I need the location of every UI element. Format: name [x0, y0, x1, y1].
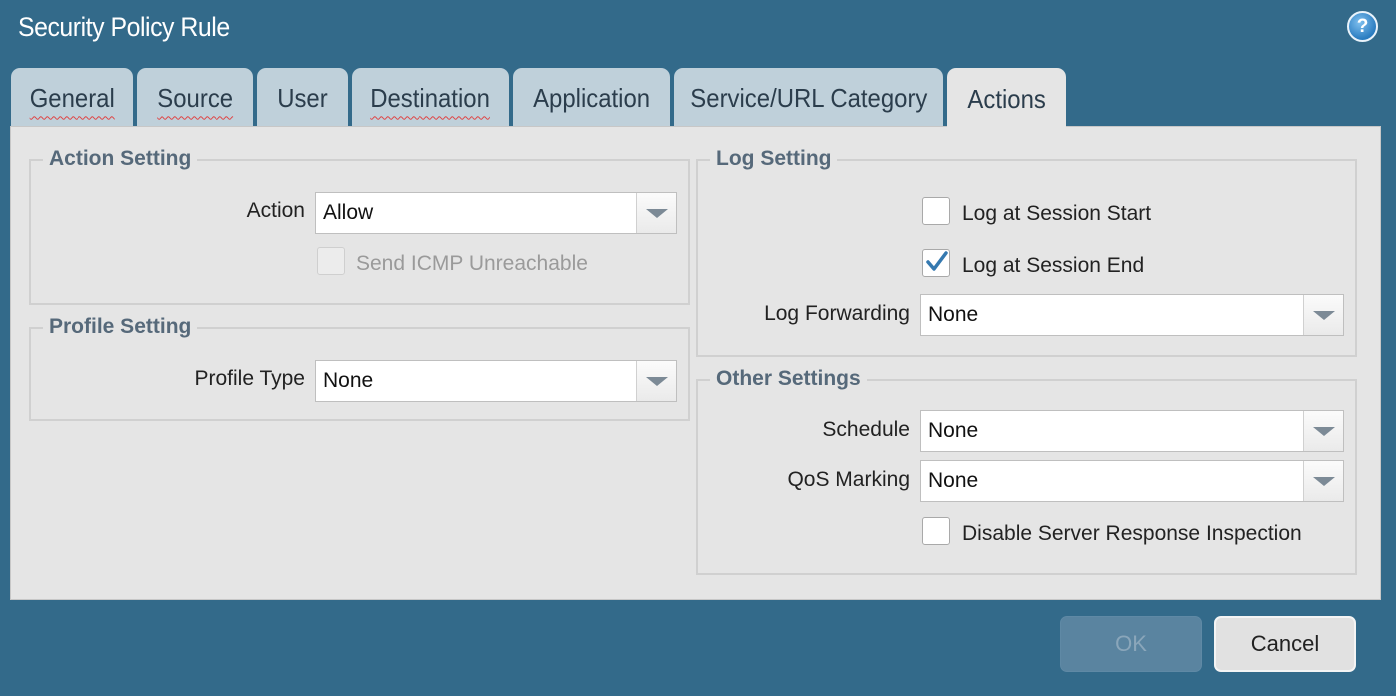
send-icmp-checkbox	[317, 247, 345, 275]
qos-select[interactable]: None	[920, 460, 1344, 502]
profile-type-label: Profile Type	[194, 367, 305, 390]
qos-value: None	[928, 469, 979, 492]
action-setting-legend: Action Setting	[43, 147, 198, 171]
disable-inspection-label: Disable Server Response Inspection	[962, 522, 1302, 545]
log-setting-group: Log Setting Log at Session Start Log at …	[696, 147, 1357, 357]
log-setting-legend: Log Setting	[710, 147, 838, 171]
schedule-label: Schedule	[822, 418, 910, 441]
log-start-label: Log at Session Start	[962, 202, 1152, 225]
tab-general[interactable]: General	[11, 68, 133, 128]
disable-inspection-checkbox[interactable]	[922, 517, 950, 545]
tab-application[interactable]: Application	[513, 68, 670, 128]
log-end-checkbox[interactable]	[922, 249, 950, 277]
check-mark-icon	[926, 251, 948, 271]
log-start-checkbox[interactable]	[922, 197, 950, 225]
tab-destination[interactable]: Destination	[352, 68, 509, 128]
action-select[interactable]: Allow	[315, 192, 677, 234]
tab-user[interactable]: User	[257, 68, 348, 128]
profile-type-value: None	[323, 369, 374, 392]
tab-actions[interactable]: Actions	[947, 68, 1066, 130]
profile-setting-group: Profile Setting Profile Type None	[29, 315, 690, 421]
log-forwarding-select[interactable]: None	[920, 294, 1344, 336]
action-setting-group: Action Setting Action Allow Send ICMP Un…	[29, 147, 690, 305]
profile-setting-legend: Profile Setting	[43, 315, 198, 339]
log-end-label: Log at Session End	[962, 254, 1145, 277]
chevron-down-icon	[1303, 411, 1343, 451]
schedule-value: None	[928, 419, 979, 442]
actions-panel: Action Setting Action Allow Send ICMP Un…	[10, 126, 1381, 600]
chevron-down-icon	[636, 193, 676, 233]
log-forwarding-value: None	[928, 303, 979, 326]
schedule-select[interactable]: None	[920, 410, 1344, 452]
qos-label: QoS Marking	[787, 468, 910, 491]
other-settings-group: Other Settings Schedule None QoS Marking…	[696, 367, 1357, 575]
action-value: Allow	[323, 201, 374, 224]
help-icon[interactable]: ?	[1347, 11, 1378, 42]
send-icmp-label: Send ICMP Unreachable	[356, 252, 588, 275]
ok-button[interactable]: OK	[1060, 616, 1202, 672]
dialog-title: Security Policy Rule	[18, 12, 230, 42]
chevron-down-icon	[636, 361, 676, 401]
chevron-down-icon	[1303, 295, 1343, 335]
cancel-button[interactable]: Cancel	[1214, 616, 1356, 672]
log-forwarding-label: Log Forwarding	[764, 302, 910, 325]
profile-type-select[interactable]: None	[315, 360, 677, 402]
action-label: Action	[246, 199, 305, 222]
chevron-down-icon	[1303, 461, 1343, 501]
tab-service-url-category[interactable]: Service/URL Category	[674, 68, 943, 128]
tab-source[interactable]: Source	[137, 68, 253, 128]
other-settings-legend: Other Settings	[710, 367, 867, 391]
